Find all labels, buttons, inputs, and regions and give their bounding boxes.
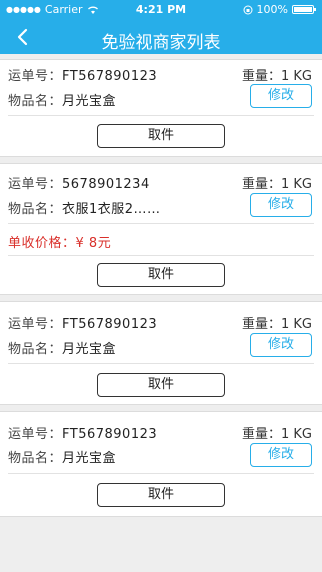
waybill-row: 运单号：FT567890123 [8,423,157,442]
weight-value: 重量：1 KG [241,427,312,442]
waybill-label: 运单号： [8,427,63,442]
item-name: 月光宝盒 [62,451,117,466]
price-value: ¥ 8元 [75,236,112,251]
divider [8,363,314,364]
edit-button[interactable]: 修改 [250,333,312,357]
pickup-button[interactable]: 取件 [97,263,225,287]
waybill-number: FT567890123 [62,427,158,442]
item-label: 物品名： [8,202,63,217]
weight-value: 重量：1 KG [241,177,312,192]
item-name: 月光宝盒 [62,94,117,109]
edit-button[interactable]: 修改 [250,84,312,108]
page-title: 免验视商家列表 [101,33,221,53]
order-card: 运单号：FT567890123 重量：1 KG 物品名：月光宝盒 修改 取件 [0,59,322,157]
item-row: 物品名：月光宝盒 [8,447,116,466]
battery-percent: 100% [256,3,288,16]
waybill-row: 运单号：FT567890123 [8,65,157,84]
pickup-button[interactable]: 取件 [97,483,225,507]
waybill-number: FT567890123 [62,69,158,84]
order-card: 运单号：FT567890123 重量：1 KG 物品名：月光宝盒 修改 取件 [0,301,322,405]
price-row: 单收价格：¥ 8元 [8,232,111,251]
edit-button[interactable]: 修改 [250,193,312,217]
rotation-lock-icon [243,5,253,14]
waybill-label: 运单号： [8,317,63,332]
divider [8,255,314,256]
order-card: 运单号：FT567890123 重量：1 KG 物品名：月光宝盒 修改 取件 [0,411,322,517]
status-right: 100% [243,3,316,16]
waybill-row: 运单号：5678901234 [8,173,150,192]
waybill-number: 5678901234 [62,177,150,192]
edit-button[interactable]: 修改 [250,443,312,467]
item-row: 物品名：月光宝盒 [8,90,116,109]
divider [8,115,314,116]
item-row: 物品名：衣服1衣服2…… [8,198,161,217]
status-bar: ●●●●● Carrier 4:21 PM 100% [0,0,322,20]
order-card: 运单号：5678901234 重量：1 KG 物品名：衣服1衣服2…… 修改 单… [0,163,322,295]
item-label: 物品名： [8,94,63,109]
item-label: 物品名： [8,451,63,466]
waybill-label: 运单号： [8,69,63,84]
item-name: 月光宝盒 [62,342,117,357]
nav-bar: 免验视商家列表 [0,20,322,54]
item-label: 物品名： [8,342,63,357]
weight-value: 重量：1 KG [241,69,312,84]
divider [8,473,314,474]
waybill-label: 运单号： [8,177,63,192]
price-label: 单收价格： [8,236,76,251]
item-row: 物品名：月光宝盒 [8,338,116,357]
divider [8,223,314,224]
waybill-number: FT567890123 [62,317,158,332]
weight-value: 重量：1 KG [241,317,312,332]
waybill-row: 运单号：FT567890123 [8,313,157,332]
pickup-button[interactable]: 取件 [97,124,225,148]
item-name: 衣服1衣服2…… [62,202,161,217]
battery-icon [292,5,316,14]
pickup-button[interactable]: 取件 [97,373,225,397]
